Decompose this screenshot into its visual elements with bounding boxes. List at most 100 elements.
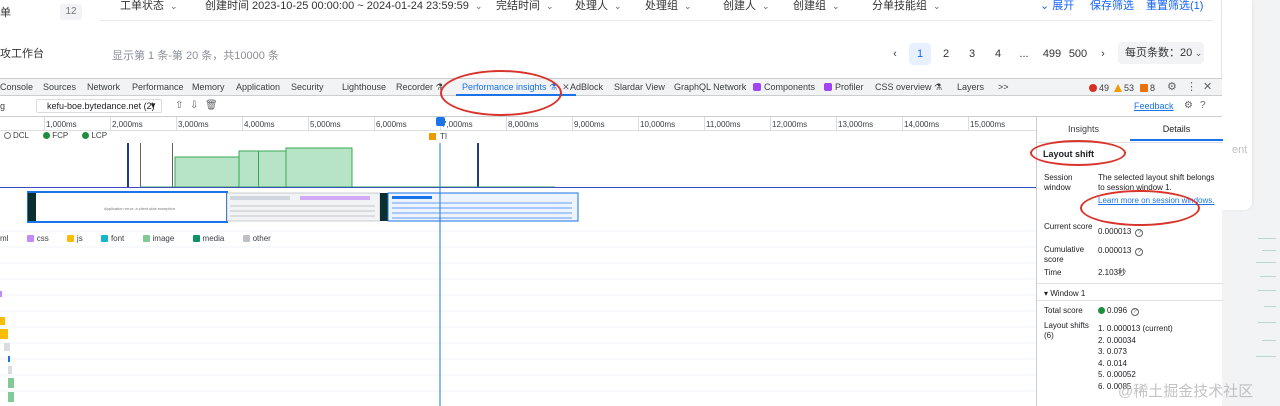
page-500[interactable]: 500 xyxy=(1066,43,1090,65)
legend-js: js xyxy=(66,234,91,243)
tick-label: 6,000ms xyxy=(376,120,407,129)
page-size-select[interactable]: 每页条数：20 ⌄ xyxy=(1118,42,1204,64)
list-item[interactable]: 1. 0.000013 (current) xyxy=(1098,323,1173,335)
expand-label: 展开 xyxy=(1052,0,1075,12)
tab-details[interactable]: Details xyxy=(1130,117,1223,141)
kebab-menu-icon[interactable]: ⋮ xyxy=(1186,82,1197,93)
reset-filter-link[interactable]: 重置筛选(1) xyxy=(1146,0,1203,12)
screenshot-content xyxy=(230,205,375,207)
legend-label: image xyxy=(152,234,175,243)
page-499[interactable]: 499 xyxy=(1040,43,1064,65)
more-tabs-button[interactable]: >> xyxy=(998,79,1009,96)
lcp-marker[interactable]: LCP xyxy=(82,131,113,140)
timeline-tracks[interactable]: Application error: a client-side excepti… xyxy=(0,143,1036,406)
filter-handler-group[interactable]: 处理组 ⌄ xyxy=(645,0,692,18)
playhead-handle[interactable] xyxy=(436,117,445,126)
tab-sources[interactable]: Sources xyxy=(43,79,76,96)
screenshot-edge xyxy=(28,193,36,221)
list-item[interactable]: 5. 0.00052 xyxy=(1098,369,1173,381)
prev-page-icon[interactable]: ‹ xyxy=(888,43,902,65)
layout-shift-bar xyxy=(238,150,287,188)
gear-icon[interactable]: ⚙ xyxy=(1167,82,1177,93)
timeline-svg xyxy=(0,143,1036,406)
sidebar-item-workbench[interactable]: 攻工作台 xyxy=(0,45,44,61)
tab-components[interactable]: Components xyxy=(753,79,815,96)
divider xyxy=(1037,283,1223,284)
next-page-icon[interactable]: › xyxy=(1096,43,1110,65)
error-count[interactable]: 49 xyxy=(1089,83,1109,93)
ti-marker[interactable]: TI xyxy=(429,132,447,141)
time-label: Time xyxy=(1044,268,1062,277)
recording-select[interactable]: kefu-boe.bytedance.net (2) ▼ xyxy=(36,99,162,113)
dcl-marker[interactable]: DCL xyxy=(4,131,35,140)
help-icon[interactable]: ? xyxy=(1200,100,1206,112)
tab-slardar-view[interactable]: Slardar View xyxy=(614,79,665,96)
help-icon[interactable]: ? xyxy=(1135,229,1144,237)
tick-line xyxy=(704,117,705,131)
close-icon[interactable]: ✕ xyxy=(562,82,570,92)
tab-profiler[interactable]: Profiler xyxy=(824,79,864,96)
screenshot-root: 单 12 攻工作台 工单状态 ⌄ 创建时间 2023-10-25 00:00:00… xyxy=(0,0,1280,406)
react-icon xyxy=(753,83,761,91)
close-icon[interactable]: ✕ xyxy=(1203,82,1212,93)
page-3[interactable]: 3 xyxy=(964,43,980,65)
help-icon[interactable]: ? xyxy=(1135,248,1144,256)
tick-line xyxy=(836,117,837,131)
legend-label: media xyxy=(202,234,225,243)
tab-insights[interactable]: Insights xyxy=(1037,117,1130,141)
page-4[interactable]: 4 xyxy=(990,43,1006,65)
filter-finish-time[interactable]: 完结时间 ⌄ xyxy=(496,0,554,18)
page-1[interactable]: 1 xyxy=(909,43,931,65)
list-item[interactable]: 2. 0.00034 xyxy=(1098,335,1173,347)
layout-shift-selected xyxy=(127,143,129,187)
tick-label: 5,000ms xyxy=(310,120,341,129)
expand-filters-link[interactable]: ⌄ 展开 xyxy=(1040,0,1074,12)
filter-creator[interactable]: 创建人 ⌄ xyxy=(723,0,770,18)
annotation-ellipse xyxy=(1030,140,1126,166)
tab-memory[interactable]: Memory xyxy=(192,79,225,96)
list-item[interactable]: 3. 0.073 xyxy=(1098,346,1173,358)
time-value: 2.103秒 xyxy=(1098,268,1127,277)
filter-label: 创建时间 2023-10-25 00:00:00 ~ 2024-01-24 23… xyxy=(205,0,469,12)
save-filter-link[interactable]: 保存筛选 xyxy=(1090,0,1134,12)
time-ruler[interactable]: 1,000ms 2,000ms 3,000ms 4,000ms 5,000ms … xyxy=(0,117,1036,131)
page-2[interactable]: 2 xyxy=(938,43,954,65)
request-bar xyxy=(8,366,12,374)
filter-create-time[interactable]: 创建时间 2023-10-25 00:00:00 ~ 2024-01-24 23… xyxy=(205,0,482,18)
sidebar-item-tickets[interactable]: 单 xyxy=(0,4,11,20)
insights-toolbar: g kefu-boe.bytedance.net (2) ▼ ⇧ ⇩ 🗑 Feed… xyxy=(0,96,1222,117)
filter-skill-group[interactable]: 分单技能组 ⌄ xyxy=(872,0,941,18)
tab-security[interactable]: Security xyxy=(291,79,324,96)
window-1-toggle[interactable]: ▾ Window 1 xyxy=(1044,289,1085,298)
list-item[interactable]: 4. 0.014 xyxy=(1098,358,1173,370)
help-icon[interactable]: ? xyxy=(1131,308,1140,316)
upload-icon[interactable]: ⇧ xyxy=(175,100,183,112)
filter-handler[interactable]: 处理人 ⌄ xyxy=(575,0,622,18)
tab-console[interactable]: Console xyxy=(0,79,33,96)
tab-lighthouse[interactable]: Lighthouse xyxy=(342,79,386,96)
tab-application[interactable]: Application xyxy=(236,79,280,96)
filter-ticket-status[interactable]: 工单状态 ⌄ xyxy=(120,0,178,18)
warning-count-value: 53 xyxy=(1124,83,1135,93)
download-icon[interactable]: ⇩ xyxy=(190,100,198,112)
feedback-link[interactable]: Feedback xyxy=(1134,101,1174,111)
tab-network[interactable]: Network xyxy=(87,79,120,96)
screenshot-content xyxy=(392,212,572,214)
issues-count[interactable]: 8 xyxy=(1140,83,1155,93)
toolbar-truncated-label: g xyxy=(0,101,6,111)
tab-layers[interactable]: Layers xyxy=(957,79,984,96)
tab-graphql-network[interactable]: GraphQL Network xyxy=(674,79,746,96)
tab-recorder[interactable]: Recorder ⚗ xyxy=(396,79,444,96)
tab-adblock[interactable]: AdBlock xyxy=(570,79,603,96)
square-icon xyxy=(242,235,250,242)
fcp-marker[interactable]: FCP xyxy=(43,131,74,140)
trash-icon[interactable]: 🗑 xyxy=(205,100,218,112)
request-bar xyxy=(0,317,5,325)
tab-performance[interactable]: Performance xyxy=(132,79,184,96)
gear-icon[interactable]: ⚙ xyxy=(1184,100,1193,112)
tab-css-overview[interactable]: CSS overview ⚗ xyxy=(875,79,942,96)
session-window-label: Session window xyxy=(1044,173,1073,192)
warning-count[interactable]: 53 xyxy=(1114,83,1134,93)
filter-creator-group[interactable]: 创建组 ⌄ xyxy=(793,0,840,18)
request-bar xyxy=(8,392,14,402)
